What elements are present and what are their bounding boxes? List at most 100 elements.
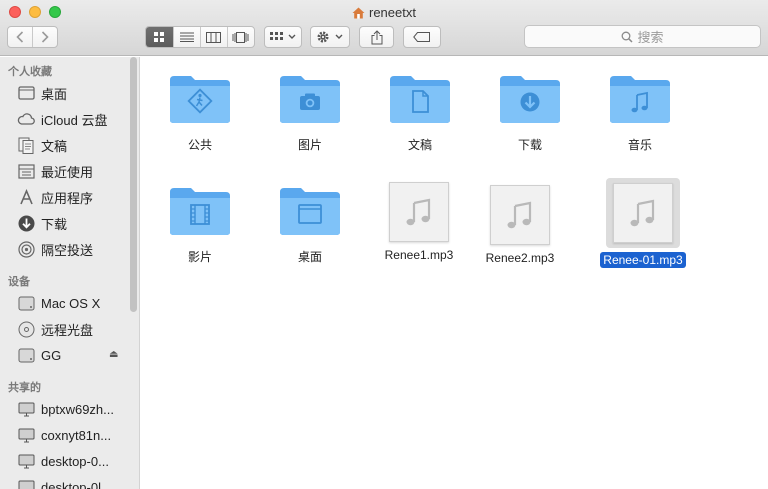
sidebar-item-shared-computer[interactable]: coxnyt81n...	[16, 425, 126, 445]
window-title: reneetxt	[0, 4, 768, 22]
sidebar-item-mac-os-x[interactable]: Mac OS X	[16, 293, 126, 313]
item-label: 文稿	[407, 138, 432, 152]
folder-pictures[interactable]: 图片	[275, 67, 345, 154]
download-icon	[16, 214, 36, 232]
desktop-icon	[16, 84, 36, 102]
chevron-left-icon	[16, 31, 24, 43]
disk-icon	[16, 294, 36, 312]
disk-icon	[16, 346, 36, 364]
sidebar-item-desktop[interactable]: 桌面	[16, 83, 126, 103]
sidebar-item-label: 应用程序	[41, 190, 94, 206]
computer-icon	[16, 400, 36, 418]
item-label: 影片	[187, 250, 212, 264]
grid-icon	[154, 32, 165, 42]
audio-file-icon	[613, 183, 673, 243]
sidebar-item-label: 文稿	[41, 138, 68, 154]
sidebar-item-label: 最近使用	[41, 164, 94, 180]
audio-file-icon	[389, 182, 449, 242]
download-icon	[520, 92, 540, 112]
sidebar-heading-shared: 共享的	[8, 382, 41, 394]
list-icon	[179, 32, 194, 42]
file-renee1-mp3[interactable]: Renee1.mp3	[379, 179, 459, 264]
sidebar-item-label: coxnyt81n...	[41, 427, 112, 443]
sidebar-item-label: bptxw69zh...	[41, 401, 114, 417]
folder-documents[interactable]: 文稿	[385, 67, 455, 154]
file-renee-01-mp3[interactable]: Renee-01.mp3	[593, 178, 693, 269]
item-label: Renee-01.mp3	[600, 252, 686, 268]
sidebar-item-applications[interactable]: 应用程序	[16, 187, 126, 207]
search-icon	[622, 31, 634, 43]
sidebar-item-shared-computer[interactable]: desktop-0l...	[16, 477, 126, 489]
arrange-icon	[270, 32, 296, 40]
applications-icon	[16, 188, 36, 206]
audio-file-thumbnail	[379, 179, 459, 245]
view-mode-group	[145, 26, 255, 48]
folder-icon	[495, 67, 565, 131]
sidebar-item-shared-computer[interactable]: desktop-0...	[16, 451, 126, 471]
sidebar-item-label: Mac OS X	[41, 295, 101, 311]
sidebar-item-label: iCloud 云盘	[41, 112, 108, 128]
audio-file-thumbnail	[606, 178, 680, 248]
column-view-button[interactable]	[199, 27, 227, 47]
sidebar-item-icloud[interactable]: iCloud 云盘	[16, 109, 126, 129]
item-label: 图片	[297, 138, 322, 152]
icon-view-button[interactable]	[146, 27, 173, 47]
recents-icon	[16, 162, 36, 180]
sidebar-scrollbar[interactable]	[130, 57, 137, 312]
back-button[interactable]	[8, 27, 32, 47]
folder-icon	[275, 67, 345, 131]
list-view-button[interactable]	[172, 27, 200, 47]
folder-music[interactable]: 音乐	[605, 67, 675, 154]
item-label: 公共	[187, 138, 212, 152]
search-placeholder: 搜索	[637, 30, 664, 45]
tag-icon	[413, 32, 430, 42]
folder-icon	[605, 67, 675, 131]
gallery-view-button[interactable]	[226, 27, 254, 47]
sidebar-item-downloads[interactable]: 下载	[16, 213, 126, 233]
audio-file-thumbnail	[480, 182, 560, 248]
eject-icon[interactable]: ⏏	[109, 349, 118, 360]
sidebar: 个人收藏 桌面 iCloud 云盘 文稿 最近使用 应用程序 下载 隔空投送 设…	[0, 57, 140, 489]
sidebar-item-label: 桌面	[41, 86, 68, 102]
folder-icon	[275, 179, 345, 243]
folder-desktop[interactable]: 桌面	[275, 179, 345, 266]
forward-button[interactable]	[32, 27, 57, 47]
music-note-icon	[630, 199, 655, 227]
sidebar-item-shared-computer[interactable]: bptxw69zh...	[16, 399, 126, 419]
back-forward-group	[7, 26, 58, 48]
airdrop-icon	[16, 240, 36, 258]
folder-icon	[165, 67, 235, 131]
chevron-right-icon	[42, 31, 49, 43]
item-label: Renee2.mp3	[485, 251, 555, 265]
item-label: 音乐	[627, 138, 652, 152]
share-button[interactable]	[359, 26, 394, 48]
gear-icon	[317, 31, 343, 43]
sidebar-item-label: 远程光盘	[41, 322, 94, 338]
music-note-icon	[406, 198, 431, 226]
sidebar-item-documents[interactable]: 文稿	[16, 135, 126, 155]
audio-file-icon	[490, 185, 550, 245]
home-folder-icon	[352, 6, 365, 24]
file-renee2-mp3[interactable]: Renee2.mp3	[480, 182, 560, 267]
sidebar-item-label: GG	[41, 347, 62, 363]
sidebar-item-label: 隔空投送	[41, 242, 94, 258]
cloud-icon	[16, 110, 36, 128]
folder-movies[interactable]: 影片	[165, 179, 235, 266]
tags-button[interactable]	[403, 26, 441, 48]
sidebar-item-airdrop[interactable]: 隔空投送	[16, 239, 126, 259]
item-label: 下载	[517, 138, 542, 152]
sidebar-item-label: desktop-0l...	[41, 479, 112, 489]
action-menu-button[interactable]	[310, 26, 350, 48]
folder-downloads[interactable]: 下载	[495, 67, 565, 154]
share-icon	[371, 29, 382, 44]
arrange-button[interactable]	[264, 26, 302, 48]
sidebar-item-label: 下载	[41, 216, 68, 232]
folder-public[interactable]: 公共	[165, 67, 235, 154]
window-title-text: reneetxt	[369, 5, 416, 20]
optical-disc-icon	[16, 320, 36, 338]
toolbar: reneetxt 搜索	[0, 0, 768, 56]
sidebar-item-recents[interactable]: 最近使用	[16, 161, 126, 181]
sidebar-item-remote-disc[interactable]: 远程光盘	[16, 319, 126, 339]
documents-icon	[16, 136, 36, 154]
search-input[interactable]: 搜索	[524, 25, 761, 48]
